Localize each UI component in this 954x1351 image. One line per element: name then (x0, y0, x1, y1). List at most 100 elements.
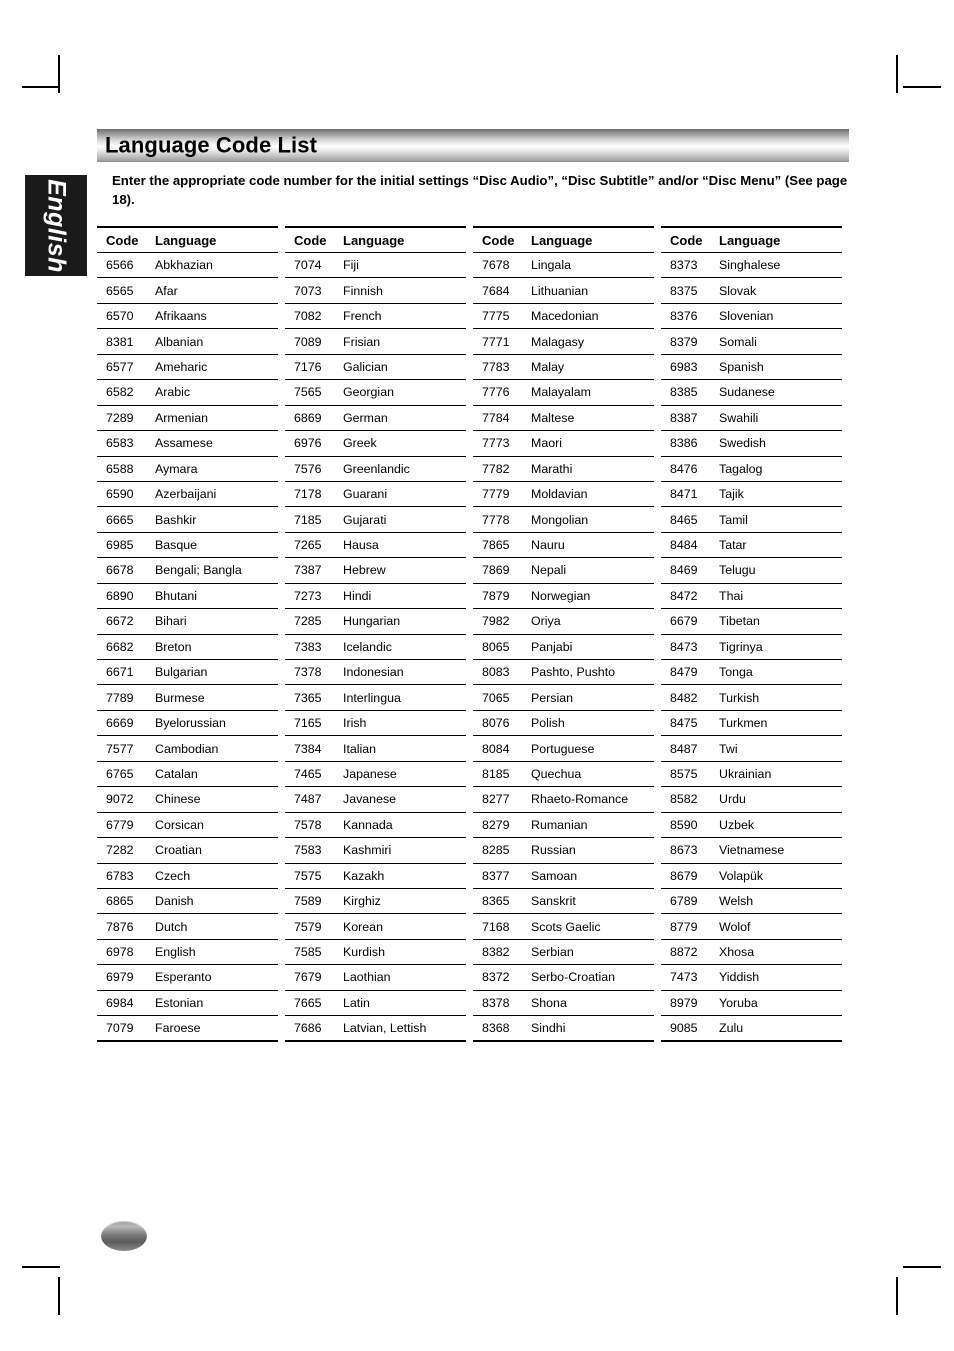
cell-language: Malay (531, 359, 565, 374)
table-row: 7982 Oriya (473, 609, 654, 635)
language-code-table: Code Language 6566 Abkhazian 6565 Afar 6570 Afr… (97, 226, 849, 1042)
cell-code: 6672 (106, 614, 134, 629)
table-row: 7178 Guarani (285, 482, 466, 508)
cell-code: 8476 (670, 461, 698, 476)
table-row: 6669 Byelorussian (97, 711, 278, 737)
table-row: 8385 Sudanese (661, 380, 842, 406)
cell-code: 7289 (106, 410, 134, 425)
cell-language: Faroese (155, 1020, 201, 1035)
cell-code: 8575 (670, 766, 698, 781)
cell-code: 8377 (482, 868, 510, 883)
cell-code: 6978 (106, 945, 134, 960)
cell-language: Sanskrit (531, 894, 576, 909)
cell-code: 7387 (294, 563, 322, 578)
column-body: Code Language 8373 Singhalese 8375 Slovak 8376… (661, 226, 842, 1042)
cell-language: Shona (531, 995, 567, 1010)
cell-code: 7775 (482, 309, 510, 324)
table-row: 6979 Esperanto (97, 965, 278, 991)
cell-language: Guarani (343, 487, 388, 502)
table-row: 8779 Wolof (661, 914, 842, 940)
cell-code: 6984 (106, 995, 134, 1010)
cell-language: Gujarati (343, 512, 387, 527)
cell-code: 8065 (482, 639, 510, 654)
cell-language: Polish (531, 716, 565, 731)
cell-language: Czech (155, 868, 191, 883)
crop-mark-bottom-left-horizontal (22, 1266, 60, 1268)
table-row: 6869 German (285, 406, 466, 432)
table-row: 8381 Albanian (97, 329, 278, 355)
cell-language: Quechua (531, 766, 582, 781)
table-row: 7782 Marathi (473, 457, 654, 482)
column-header-language: Language (155, 232, 217, 248)
table-header-row: Code Language (285, 228, 466, 253)
table-row: 7776 Malayalam (473, 380, 654, 406)
cell-language: Fiji (343, 258, 359, 273)
column-body: Code Language 6566 Abkhazian 6565 Afar 6570 Afr… (97, 226, 278, 1042)
cell-code: 6671 (106, 665, 134, 680)
table-row: 8465 Tamil (661, 507, 842, 533)
cell-language: Lithuanian (531, 283, 589, 298)
cell-language: Dutch (155, 919, 188, 934)
cell-code: 8376 (670, 309, 698, 324)
cell-language: Bihari (155, 614, 187, 629)
cell-language: Tigrinya (719, 639, 763, 654)
table-row: 7073 Finnish (285, 278, 466, 304)
cell-language: Nepali (531, 563, 567, 578)
table-row: 8473 Tigrinya (661, 635, 842, 660)
table-row: 6671 Bulgarian (97, 660, 278, 686)
table-row: 8590 Uzbek (661, 813, 842, 839)
column-header-code: Code (670, 232, 703, 248)
cell-code: 8673 (670, 843, 698, 858)
cell-code: 8365 (482, 894, 510, 909)
cell-code: 8479 (670, 665, 698, 680)
cell-language: Basque (155, 538, 198, 553)
cell-code: 8482 (670, 690, 698, 705)
column-header-language: Language (719, 232, 781, 248)
cell-code: 8465 (670, 512, 698, 527)
table-row: 8575 Ukrainian (661, 762, 842, 788)
cell-language: Arabic (155, 385, 191, 400)
table-row: 6978 English (97, 940, 278, 966)
table-row: 6985 Basque (97, 533, 278, 559)
table-row: 6890 Bhutani (97, 584, 278, 610)
table-row: 7679 Laothian (285, 965, 466, 991)
cell-language: Esperanto (155, 970, 212, 985)
table-row: 7378 Indonesian (285, 660, 466, 686)
table-row: 8378 Shona (473, 991, 654, 1017)
cell-language: Afar (155, 283, 178, 298)
page-title-banner: Language Code List (97, 129, 849, 162)
cell-code: 8469 (670, 563, 698, 578)
cell-code: 6869 (294, 410, 322, 425)
table-row: 7168 Scots Gaelic (473, 914, 654, 940)
cell-code: 6789 (670, 894, 698, 909)
table-row: 8487 Twi (661, 736, 842, 762)
cell-language: Ameharic (155, 359, 208, 374)
table-row: 8084 Portuguese (473, 736, 654, 762)
cell-code: 7285 (294, 614, 322, 629)
cell-language: Tamil (719, 512, 748, 527)
table-row: 8368 Sindhi (473, 1016, 654, 1042)
cell-code: 8779 (670, 919, 698, 934)
cell-code: 6566 (106, 258, 134, 273)
cell-language: Swedish (719, 436, 766, 451)
table-row: 6865 Danish (97, 889, 278, 915)
table-row: 6582 Arabic (97, 380, 278, 406)
cell-code: 8279 (482, 817, 510, 832)
cell-code: 8473 (670, 639, 698, 654)
table-row: 8482 Turkish (661, 685, 842, 711)
cell-code: 7074 (294, 258, 322, 273)
cell-language: Rumanian (531, 817, 588, 832)
table-row: 6678 Bengali; Bangla (97, 558, 278, 584)
side-tab-english: English (25, 175, 87, 276)
table-row: 7585 Kurdish (285, 940, 466, 966)
table-row: 6984 Estonian (97, 991, 278, 1017)
cell-language: English (155, 945, 196, 960)
crop-mark-top-right-vertical (896, 55, 898, 93)
column-header-language: Language (343, 232, 405, 248)
cell-code: 7879 (482, 588, 510, 603)
cell-language: Nauru (531, 538, 565, 553)
cell-language: Finnish (343, 283, 383, 298)
cell-code: 8076 (482, 716, 510, 731)
table-row: 6783 Czech (97, 864, 278, 889)
cell-language: Tonga (719, 665, 753, 680)
